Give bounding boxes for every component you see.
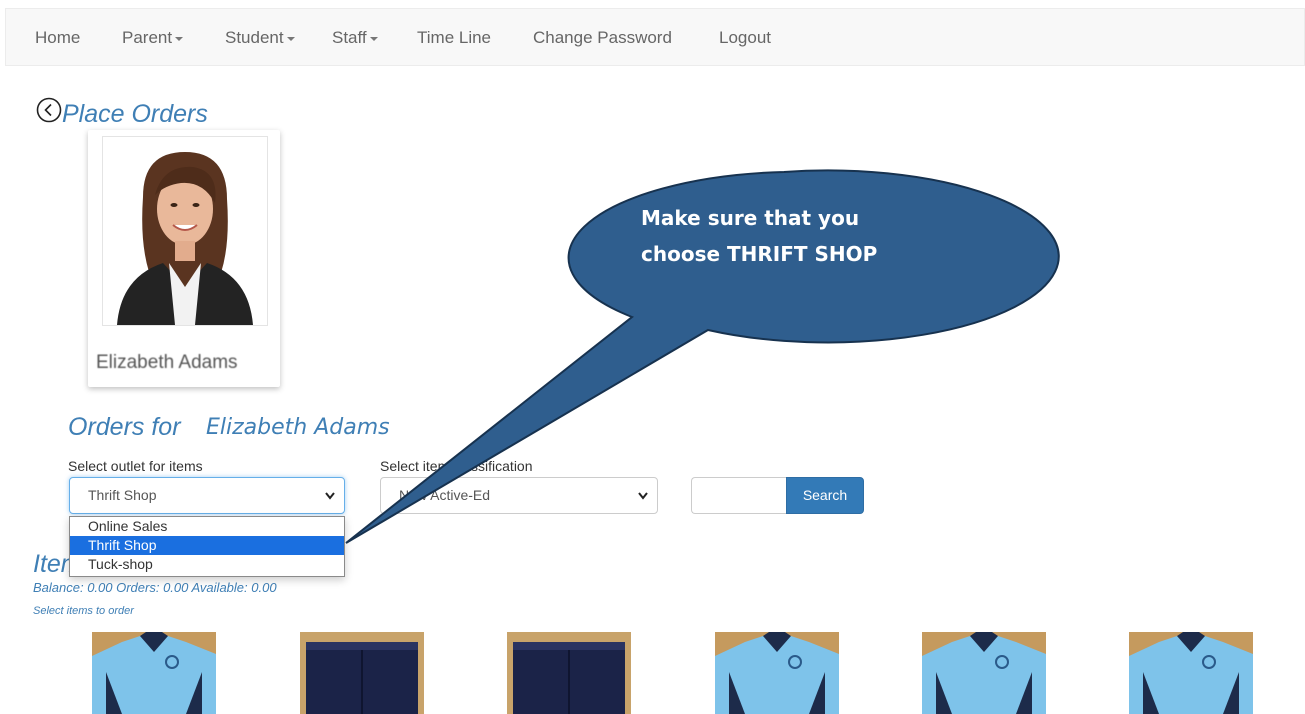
orders-heading: Orders for	[68, 413, 181, 441]
product-thumbnail[interactable]	[300, 632, 424, 714]
polo-shirt-icon	[1129, 632, 1253, 714]
navy-shorts-icon	[507, 632, 631, 714]
nav-time-line[interactable]: Time Line	[417, 9, 491, 67]
outlet-select-value: Thrift Shop	[88, 487, 157, 503]
search-input[interactable]	[691, 477, 786, 514]
option-online-sales[interactable]: Online Sales	[70, 517, 344, 536]
option-tuck-shop[interactable]: Tuck-shop	[70, 555, 344, 574]
classification-select[interactable]: New Active-Ed	[380, 477, 658, 514]
nav-parent-label: Parent	[122, 28, 173, 47]
nav-staff[interactable]: Staff	[332, 9, 378, 67]
polo-shirt-icon	[92, 632, 216, 714]
nav-parent[interactable]: Parent	[122, 9, 184, 67]
back-chevron-icon[interactable]	[36, 97, 62, 123]
balance-line: Balance: 0.00 Orders: 0.00 Available: 0.…	[33, 580, 277, 595]
classification-label: Select item classification	[380, 458, 533, 474]
select-items-instruction: Select items to order	[33, 605, 134, 617]
product-thumbnail[interactable]	[1129, 632, 1253, 714]
classification-select-value: New Active-Ed	[399, 487, 491, 503]
profile-card: Elizabeth Adams	[88, 130, 280, 387]
product-thumbnail[interactable]	[92, 632, 216, 714]
option-thrift-shop[interactable]: Thrift Shop	[70, 536, 344, 555]
profile-name: Elizabeth Adams	[96, 352, 238, 373]
page-title: Place Orders	[62, 100, 208, 128]
polo-shirt-icon	[922, 632, 1046, 714]
callout-line-2: choose THRIFT SHOP	[641, 242, 878, 266]
nav-logout[interactable]: Logout	[719, 9, 771, 67]
outlet-dropdown-list: Online Sales Thrift Shop Tuck-shop	[69, 516, 345, 577]
callout-line-1: Make sure that you	[641, 206, 860, 230]
nav-staff-label: Staff	[332, 28, 367, 47]
nav-student[interactable]: Student	[225, 9, 295, 67]
profile-photo	[102, 136, 268, 326]
outlet-label: Select outlet for items	[68, 458, 203, 474]
product-thumbnail[interactable]	[507, 632, 631, 714]
search-button[interactable]: Search	[786, 477, 864, 514]
polo-shirt-icon	[715, 632, 839, 714]
caret-down-icon	[175, 36, 184, 41]
caret-down-icon	[369, 36, 378, 41]
nav-home[interactable]: Home	[35, 9, 80, 67]
outlet-select[interactable]: Thrift Shop	[69, 477, 345, 514]
product-thumbnail[interactable]	[922, 632, 1046, 714]
caret-down-icon	[286, 36, 295, 41]
product-thumbnail[interactable]	[715, 632, 839, 714]
chevron-down-icon	[638, 492, 648, 500]
top-navbar: Home Parent Student Staff Time Line Chan…	[5, 8, 1305, 66]
chevron-down-icon	[325, 492, 335, 500]
navy-shorts-icon	[300, 632, 424, 714]
callout-text: Make sure that you choose THRIFT SHOP	[641, 200, 877, 272]
person-portrait-icon	[103, 137, 267, 325]
nav-student-label: Student	[225, 28, 284, 47]
nav-change-password[interactable]: Change Password	[533, 9, 672, 67]
orders-student-name: Elizabeth Adams	[206, 415, 390, 440]
